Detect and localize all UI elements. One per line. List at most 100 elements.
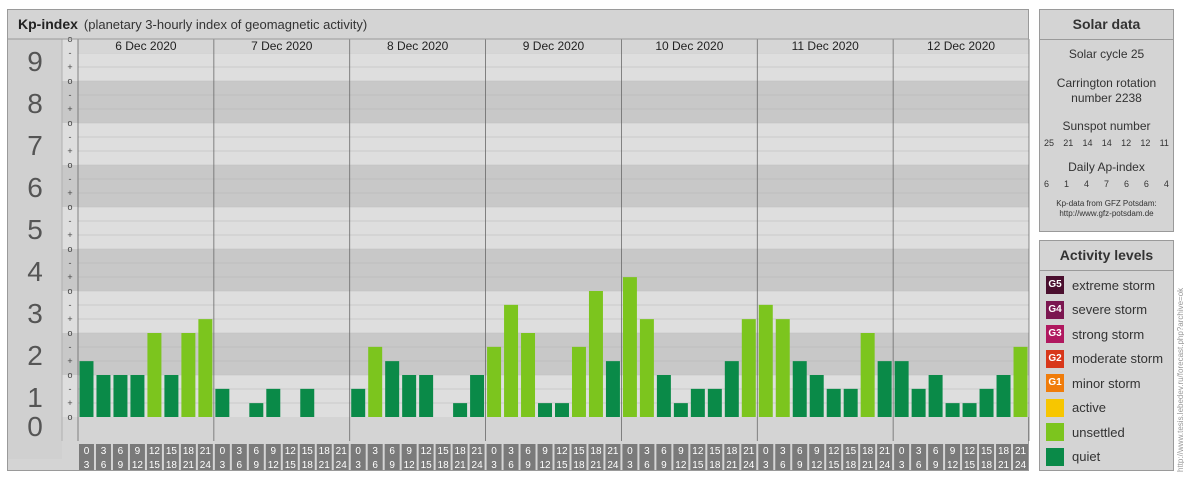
hour-end-label: 6	[780, 460, 786, 471]
activity-level-item: G2 moderate storm	[1040, 347, 1173, 372]
hour-end-label: 3	[220, 460, 226, 471]
kp-bar	[1013, 346, 1028, 417]
kp-bar	[266, 388, 281, 417]
hour-start-label: 0	[355, 446, 361, 457]
hour-end-label: 9	[389, 460, 395, 471]
kp-bar	[809, 375, 824, 417]
hour-start-label: 18	[998, 446, 1010, 457]
kp-bar	[147, 333, 162, 417]
hour-end-label: 18	[438, 460, 450, 471]
sunspot-value: 25	[1044, 138, 1055, 148]
kp-minor-label: -	[69, 384, 72, 394]
hour-start-label: 9	[814, 446, 820, 457]
kp-tick-label: 3	[27, 298, 43, 329]
kp-bar	[877, 361, 892, 417]
hour-start-label: 18	[455, 446, 467, 457]
kp-minor-label: -	[69, 216, 72, 226]
kp-bar	[690, 388, 705, 417]
hour-end-label: 15	[421, 460, 433, 471]
hour-start-label: 15	[981, 446, 993, 457]
kp-minor-label: o	[67, 160, 72, 170]
kp-bar	[622, 277, 637, 417]
day-label: 12 Dec 2020	[927, 39, 995, 53]
hour-end-label: 18	[709, 460, 721, 471]
kp-bar	[741, 319, 756, 417]
hour-start-label: 0	[84, 446, 90, 457]
kp-level-band	[8, 207, 1029, 249]
activity-levels-panel: Activity levels G5 extreme storm G4 severe …	[1039, 240, 1174, 471]
hour-start-label: 0	[491, 446, 497, 457]
kp-bar	[588, 291, 603, 417]
hour-start-label: 15	[845, 446, 857, 457]
kp-chart: o+-o+-o+-o+-o+-o+-o+-o+-o+-o0123456789 6 …	[8, 34, 1030, 471]
kp-bar	[996, 375, 1011, 417]
kp-level-band	[8, 291, 1029, 333]
hour-end-label: 9	[525, 460, 531, 471]
hour-start-label: 9	[271, 446, 277, 457]
sunspot-value: 14	[1082, 138, 1093, 148]
activity-level-swatch	[1046, 447, 1064, 466]
hour-end-label: 6	[644, 460, 650, 471]
kp-minor-label: +	[67, 146, 72, 156]
hour-start-label: 21	[1015, 446, 1027, 457]
kp-bar	[504, 304, 519, 417]
kp-bar	[215, 388, 230, 417]
hour-end-label: 18	[302, 460, 314, 471]
kp-tick-label: 9	[27, 46, 43, 77]
ap-value: 4	[1083, 179, 1089, 189]
kp-bar	[639, 319, 654, 417]
kp-bar	[860, 333, 875, 417]
hour-end-label: 21	[726, 460, 738, 471]
kp-minor-label: -	[69, 258, 72, 268]
hour-end-label: 12	[539, 460, 551, 471]
hour-start-label: 3	[372, 446, 378, 457]
hour-start-label: 15	[709, 446, 721, 457]
ap-value: 1	[1063, 179, 1069, 189]
kp-bar	[707, 388, 722, 417]
hour-end-label: 18	[166, 460, 178, 471]
hour-start-label: 15	[302, 446, 314, 457]
activity-level-label: moderate storm	[1072, 351, 1164, 367]
kp-tick-label: 1	[27, 382, 43, 413]
kp-level-band	[8, 165, 1029, 207]
watermark-url: http://www.tesis.lebedev.ru/forecast.php…	[1176, 287, 1184, 472]
hour-end-label: 6	[916, 460, 922, 471]
kp-bar	[928, 375, 943, 417]
kp-bar	[385, 361, 400, 417]
ap-value: 7	[1103, 179, 1109, 189]
kp-bar	[911, 388, 926, 417]
kp-minor-label: o	[67, 202, 72, 212]
credit-link[interactable]: http://www.gfz-potsdam.de	[1040, 209, 1173, 219]
kp-minor-label: o	[67, 244, 72, 254]
activity-level-swatch: G4	[1046, 300, 1064, 319]
kp-bar	[571, 346, 586, 417]
credit-line1: Kp-data from GFZ Potsdam:	[1056, 199, 1157, 208]
hour-start-label: 18	[590, 446, 602, 457]
sunspot-value: 11	[1159, 138, 1169, 148]
hour-end-label: 15	[964, 460, 976, 471]
hour-start-label: 15	[438, 446, 450, 457]
hour-end-label: 3	[355, 460, 361, 471]
kp-minor-label: +	[67, 314, 72, 324]
hour-start-label: 21	[336, 446, 348, 457]
hour-start-label: 6	[389, 446, 395, 457]
kp-bar	[164, 375, 179, 417]
ap-title: Daily Ap-index	[1068, 160, 1145, 174]
hour-end-label: 9	[118, 460, 124, 471]
hour-end-label: 24	[336, 460, 348, 471]
kp-level-band	[8, 123, 1029, 165]
kp-bar	[656, 375, 671, 417]
hour-end-label: 3	[627, 460, 633, 471]
activity-level-label: strong storm	[1072, 326, 1145, 342]
kp-bar	[538, 403, 552, 417]
hour-start-label: 0	[899, 446, 905, 457]
sunspot-value: 12	[1121, 138, 1132, 148]
hour-end-label: 24	[472, 460, 484, 471]
hour-end-label: 9	[933, 460, 939, 471]
kp-level-band	[8, 249, 1029, 291]
hour-start-label: 9	[678, 446, 684, 457]
hour-end-label: 6	[101, 460, 107, 471]
kp-bar	[555, 403, 569, 417]
kp-bar	[130, 375, 145, 417]
activity-level-label: unsettled	[1072, 424, 1125, 440]
